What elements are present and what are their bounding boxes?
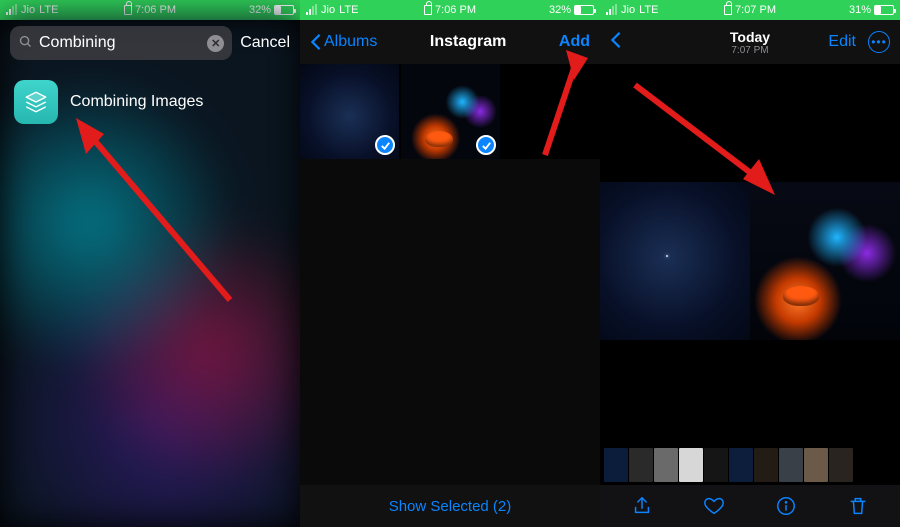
battery-pct: 32% (249, 4, 271, 16)
photo-thumb[interactable] (401, 64, 500, 159)
more-icon[interactable]: ••• (868, 31, 890, 53)
nav-bar: Today 7:07 PM Edit ••• (600, 20, 900, 64)
battery-icon (274, 5, 294, 15)
checkmark-icon (476, 135, 496, 155)
filmstrip-thumb[interactable] (779, 448, 803, 482)
network-label: LTE (639, 4, 658, 16)
nav-title: Instagram (430, 33, 506, 51)
filmstrip-thumb[interactable] (729, 448, 753, 482)
filmstrip-thumb[interactable] (604, 448, 628, 482)
result-title: Combining Images (70, 93, 203, 111)
lock-icon (724, 5, 732, 15)
clock-label: 7:07 PM (735, 4, 776, 16)
filmstrip-thumb[interactable] (679, 448, 703, 482)
filmstrip-thumb[interactable] (629, 448, 653, 482)
battery-icon (874, 5, 894, 15)
back-label: Albums (324, 33, 377, 51)
cancel-button[interactable]: Cancel (240, 34, 290, 52)
screenshot-photo-detail: Jio LTE 7:07 PM 31% Today 7:07 PM Edit (600, 0, 900, 527)
search-input[interactable]: Combining ✕ (10, 26, 232, 60)
nav-title: Today (730, 29, 770, 45)
screenshot-album-select: Jio LTE 7:06 PM 32% Albums Instagram Add (300, 0, 600, 527)
back-button[interactable]: Albums (310, 33, 377, 51)
footer-bar: Show Selected (2) (300, 485, 600, 527)
battery-icon (574, 5, 594, 15)
photo-thumb[interactable] (300, 64, 399, 159)
network-label: LTE (339, 4, 358, 16)
filmstrip[interactable] (600, 445, 900, 485)
battery-pct: 32% (549, 4, 571, 16)
battery-pct: 31% (849, 4, 871, 16)
network-label: LTE (39, 4, 58, 16)
photo-right-half (750, 182, 900, 340)
checkmark-icon (375, 135, 395, 155)
info-icon[interactable] (773, 493, 799, 519)
status-bar: Jio LTE 7:06 PM 32% (0, 0, 300, 20)
nav-subtitle: 7:07 PM (730, 45, 770, 56)
share-icon[interactable] (629, 493, 655, 519)
edit-button[interactable]: Edit (828, 33, 856, 51)
signal-icon (6, 6, 17, 15)
signal-icon (306, 6, 317, 15)
show-selected-button[interactable]: Show Selected (2) (389, 498, 512, 515)
status-bar: Jio LTE 7:07 PM 31% (600, 0, 900, 20)
photo-grid (300, 64, 600, 159)
filmstrip-thumb[interactable] (754, 448, 778, 482)
search-query: Combining (39, 34, 201, 52)
search-result-row[interactable]: Combining Images (0, 66, 300, 138)
layers-icon (14, 80, 58, 124)
photo-left-half (600, 182, 750, 340)
filmstrip-thumb[interactable] (804, 448, 828, 482)
toolbar (600, 485, 900, 527)
nav-bar: Albums Instagram Add (300, 20, 600, 64)
filmstrip-thumb[interactable] (704, 448, 728, 482)
trash-icon[interactable] (845, 493, 871, 519)
clear-icon[interactable]: ✕ (207, 35, 224, 52)
lock-icon (124, 5, 132, 15)
back-button[interactable] (610, 31, 622, 54)
search-icon (18, 34, 33, 53)
signal-icon (606, 6, 617, 15)
clock-label: 7:06 PM (135, 4, 176, 16)
heart-icon[interactable] (701, 493, 727, 519)
clock-label: 7:06 PM (435, 4, 476, 16)
carrier-label: Jio (321, 4, 335, 16)
carrier-label: Jio (621, 4, 635, 16)
carrier-label: Jio (21, 4, 35, 16)
combined-photo[interactable] (600, 182, 900, 340)
filmstrip-thumb[interactable] (654, 448, 678, 482)
filmstrip-thumb[interactable] (829, 448, 853, 482)
status-bar: Jio LTE 7:06 PM 32% (300, 0, 600, 20)
lock-icon (424, 5, 432, 15)
add-button[interactable]: Add (559, 33, 590, 51)
screenshot-search: Jio LTE 7:06 PM 32% Combining ✕ Cancel (0, 0, 300, 527)
